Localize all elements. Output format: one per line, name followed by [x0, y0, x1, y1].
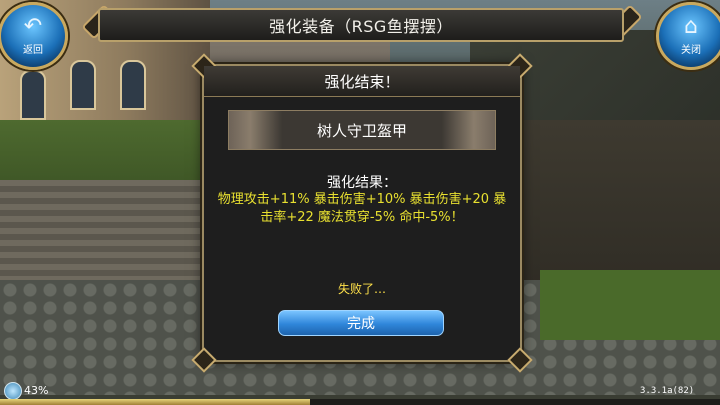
window	[20, 70, 46, 120]
item-name: 树人守卫盔甲	[316, 121, 407, 140]
bottom-status-bar: 43% 3.3.1a(82)	[0, 380, 720, 405]
close-button[interactable]: ⌂ 关闭	[656, 2, 720, 70]
house-icon: ⌂	[684, 14, 698, 39]
result-stats: 物理攻击+11% 暴击伤害+10% 暴击伤害+20 暴击率+22 魔法贯穿-5%…	[217, 192, 507, 225]
progress-bar-fill	[0, 399, 310, 405]
progress-bar	[0, 399, 720, 405]
item-name-plate: 树人守卫盔甲	[228, 110, 496, 150]
dialog-title: 强化结束！	[204, 66, 520, 97]
window	[120, 60, 146, 110]
page-title: 强化装备（RSG鱼摆摆）	[269, 17, 453, 36]
result-label: 强化结果：	[327, 175, 397, 191]
close-button-label: 关闭	[681, 45, 701, 56]
failure-status: 失败了…	[337, 282, 386, 296]
back-arrow-icon: ↶	[23, 14, 43, 39]
version-label: 3.3.1a(82)	[640, 386, 695, 396]
enhance-result-dialog: 强化结束！ 树人守卫盔甲 强化结果： 物理攻击+11% 暴击伤害+10% 暴击伤…	[191, 53, 533, 373]
back-button[interactable]: ↶ 返回	[0, 2, 68, 70]
window	[70, 60, 96, 110]
progress-percent: 43%	[24, 384, 49, 397]
complete-button[interactable]: 完成	[278, 310, 444, 336]
loading-orb-icon	[4, 382, 22, 400]
back-button-label: 返回	[23, 45, 43, 56]
grass-right	[540, 270, 720, 340]
title-bar: 强化装备（RSG鱼摆摆）	[98, 8, 624, 42]
